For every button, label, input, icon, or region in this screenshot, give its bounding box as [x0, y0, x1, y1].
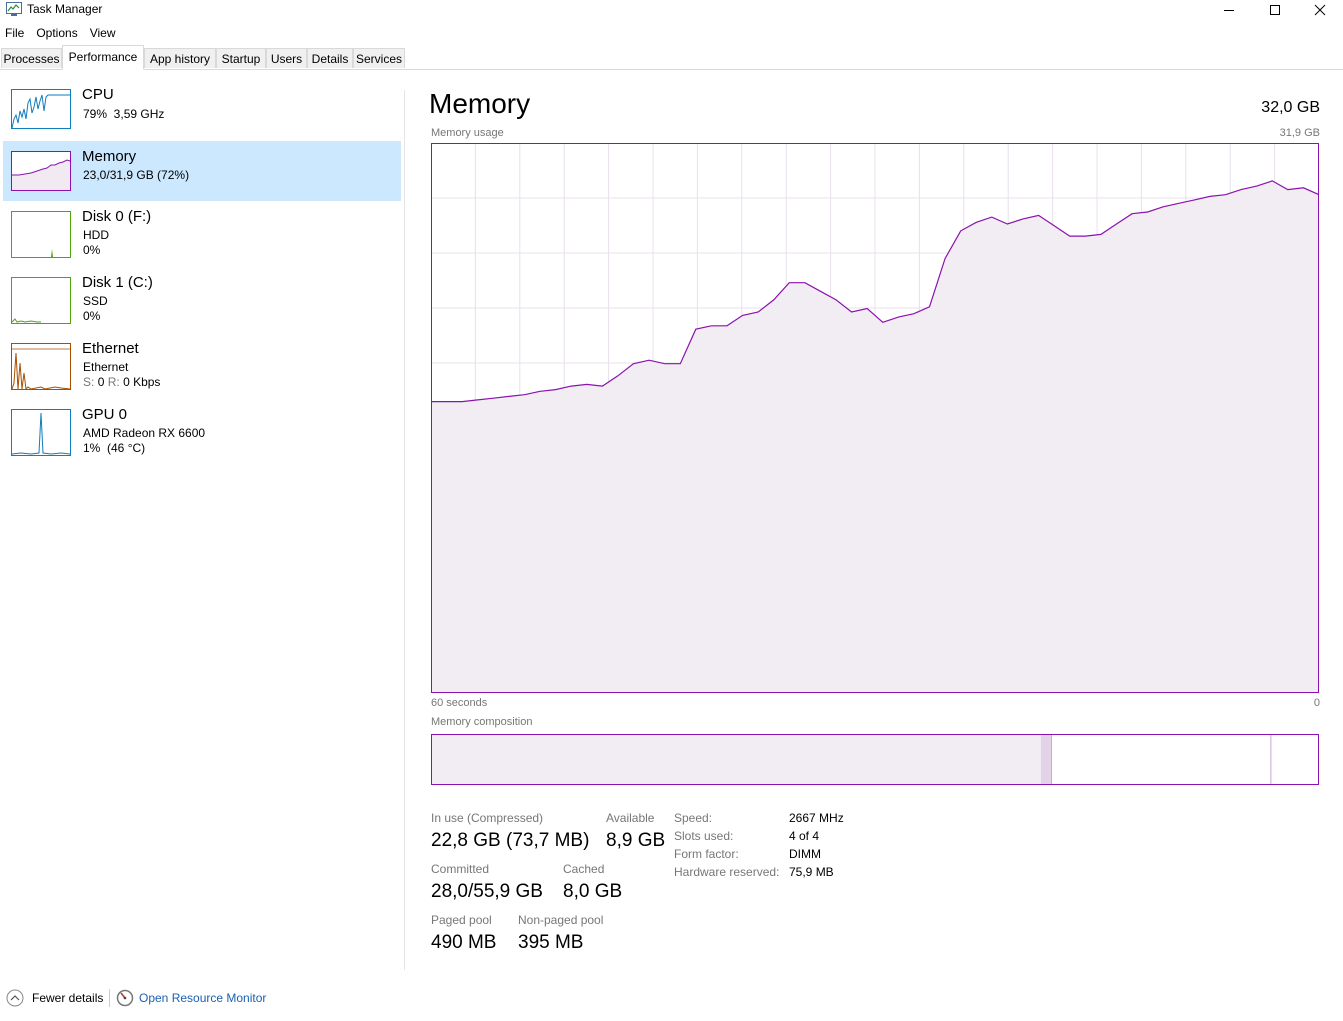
fewer-details-label: Fewer details [32, 991, 104, 1005]
hardware-reserved-value: 75,9 MB [789, 865, 834, 879]
committed-label: Committed [431, 862, 490, 876]
open-resource-monitor-link[interactable]: Open Resource Monitor [116, 989, 266, 1007]
memory-title: Memory [82, 148, 137, 165]
resource-monitor-icon [116, 989, 134, 1007]
usage-graph-label: Memory usage [431, 127, 504, 139]
form-factor-value: DIMM [789, 847, 821, 861]
tab-performance[interactable]: Performance [62, 45, 144, 70]
tab-app-history[interactable]: App history [144, 48, 216, 68]
maximize-button[interactable] [1252, 0, 1298, 20]
disk0-title: Disk 0 (F:) [82, 208, 152, 225]
disk0-thumbnail-graph [11, 211, 71, 258]
chevron-up-icon [6, 989, 24, 1007]
ethernet-throughput: S: 0 R: 0 Kbps [83, 375, 160, 389]
cpu-title: CPU [82, 86, 114, 103]
sidebar-item-gpu0[interactable]: GPU 0 AMD Radeon RX 6600 1% (46 °C) [3, 402, 401, 464]
fewer-details-button[interactable]: Fewer details [6, 989, 103, 1007]
sidebar-item-disk0[interactable]: Disk 0 (F:) HDD 0% [3, 204, 401, 266]
available-value: 8,9 GB [606, 830, 666, 851]
close-icon [1314, 4, 1326, 16]
send-value: 0 [97, 375, 105, 389]
tab-details[interactable]: Details [307, 48, 353, 68]
hardware-reserved-label: Hardware reserved: [674, 865, 780, 879]
menu-options[interactable]: Options [30, 24, 83, 44]
disk1-type: SSD [83, 294, 108, 308]
sidebar-item-disk1[interactable]: Disk 1 (C:) SSD 0% [3, 270, 401, 332]
ethernet-adapter: Ethernet [83, 360, 129, 374]
memory-usage-graph [431, 143, 1319, 693]
speed-value: 2667 MHz [789, 811, 844, 825]
memory-thumbnail-graph [11, 151, 71, 191]
time-axis-left: 60 seconds [431, 697, 488, 709]
committed-value: 28,0/55,9 GB [431, 881, 543, 902]
paged-pool-label: Paged pool [431, 913, 492, 927]
tab-startup[interactable]: Startup [216, 48, 266, 68]
disk0-type: HDD [83, 228, 109, 242]
form-factor-label: Form factor: [674, 847, 739, 861]
paged-pool-value: 490 MB [431, 932, 497, 953]
tab-services[interactable]: Services [353, 48, 405, 68]
menu-bar: File Options View [0, 24, 122, 44]
disk1-thumbnail-graph [11, 277, 71, 324]
minimize-button[interactable] [1206, 0, 1252, 20]
sidebar-item-cpu[interactable]: CPU 79% 3,59 GHz [3, 82, 401, 144]
task-manager-icon [6, 2, 22, 16]
send-label: S: [83, 375, 95, 389]
ethernet-title: Ethernet [82, 340, 139, 357]
disk1-title: Disk 1 (C:) [82, 274, 153, 291]
menu-view[interactable]: View [84, 24, 122, 44]
speed-label: Speed: [674, 811, 713, 825]
close-button[interactable] [1297, 0, 1343, 20]
composition-modified [1040, 734, 1052, 785]
panel-divider [404, 90, 405, 970]
cached-label: Cached [563, 862, 605, 876]
disk0-usage: 0% [83, 243, 101, 257]
tab-bar: Processes Performance App history Startu… [0, 45, 1343, 70]
total-memory: 32,0 GB [1261, 99, 1320, 116]
sidebar-item-memory[interactable]: Memory 23,0/31,9 GB (72%) [3, 141, 401, 201]
composition-in-use [431, 734, 1041, 785]
composition-label: Memory composition [431, 716, 533, 728]
in-use-label: In use (Compressed) [431, 811, 544, 825]
receive-label: R: [107, 375, 120, 389]
usage-graph-max: 31,9 GB [1279, 127, 1320, 139]
in-use-value: 22,8 GB (73,7 MB) [431, 830, 590, 851]
available-label: Available [606, 811, 655, 825]
non-paged-pool-value: 395 MB [518, 932, 584, 953]
tab-users[interactable]: Users [266, 48, 307, 68]
gpu0-thumbnail-graph [11, 409, 71, 456]
gpu0-title: GPU 0 [82, 406, 128, 423]
slots-used-label: Slots used: [674, 829, 734, 843]
window-title: Task Manager [27, 2, 103, 16]
slots-used-value: 4 of 4 [789, 829, 820, 843]
cpu-thumbnail-graph [11, 89, 71, 129]
tab-processes[interactable]: Processes [1, 48, 62, 68]
disk1-usage: 0% [83, 309, 101, 323]
memory-usage-text: 23,0/31,9 GB (72%) [83, 168, 190, 182]
cached-value: 8,0 GB [563, 881, 623, 902]
memory-composition-bar [431, 734, 1319, 785]
open-resource-monitor-label: Open Resource Monitor [139, 991, 267, 1005]
minimize-icon [1224, 10, 1234, 11]
receive-value: 0 Kbps [123, 375, 161, 389]
cpu-usage-text: 79% 3,59 GHz [83, 107, 165, 121]
sidebar-item-ethernet[interactable]: Ethernet Ethernet S: 0 R: 0 Kbps [3, 336, 401, 398]
menu-file[interactable]: File [0, 24, 30, 44]
ethernet-thumbnail-graph [11, 343, 71, 390]
gpu0-model: AMD Radeon RX 6600 [83, 426, 206, 440]
title-bar: Task Manager [0, 0, 1343, 20]
non-paged-pool-label: Non-paged pool [518, 913, 604, 927]
footer-separator [109, 989, 110, 1007]
page-title: Memory [429, 88, 531, 119]
maximize-icon [1270, 5, 1280, 15]
time-axis-right: 0 [1313, 697, 1320, 709]
gpu0-usage: 1% (46 °C) [83, 441, 146, 455]
